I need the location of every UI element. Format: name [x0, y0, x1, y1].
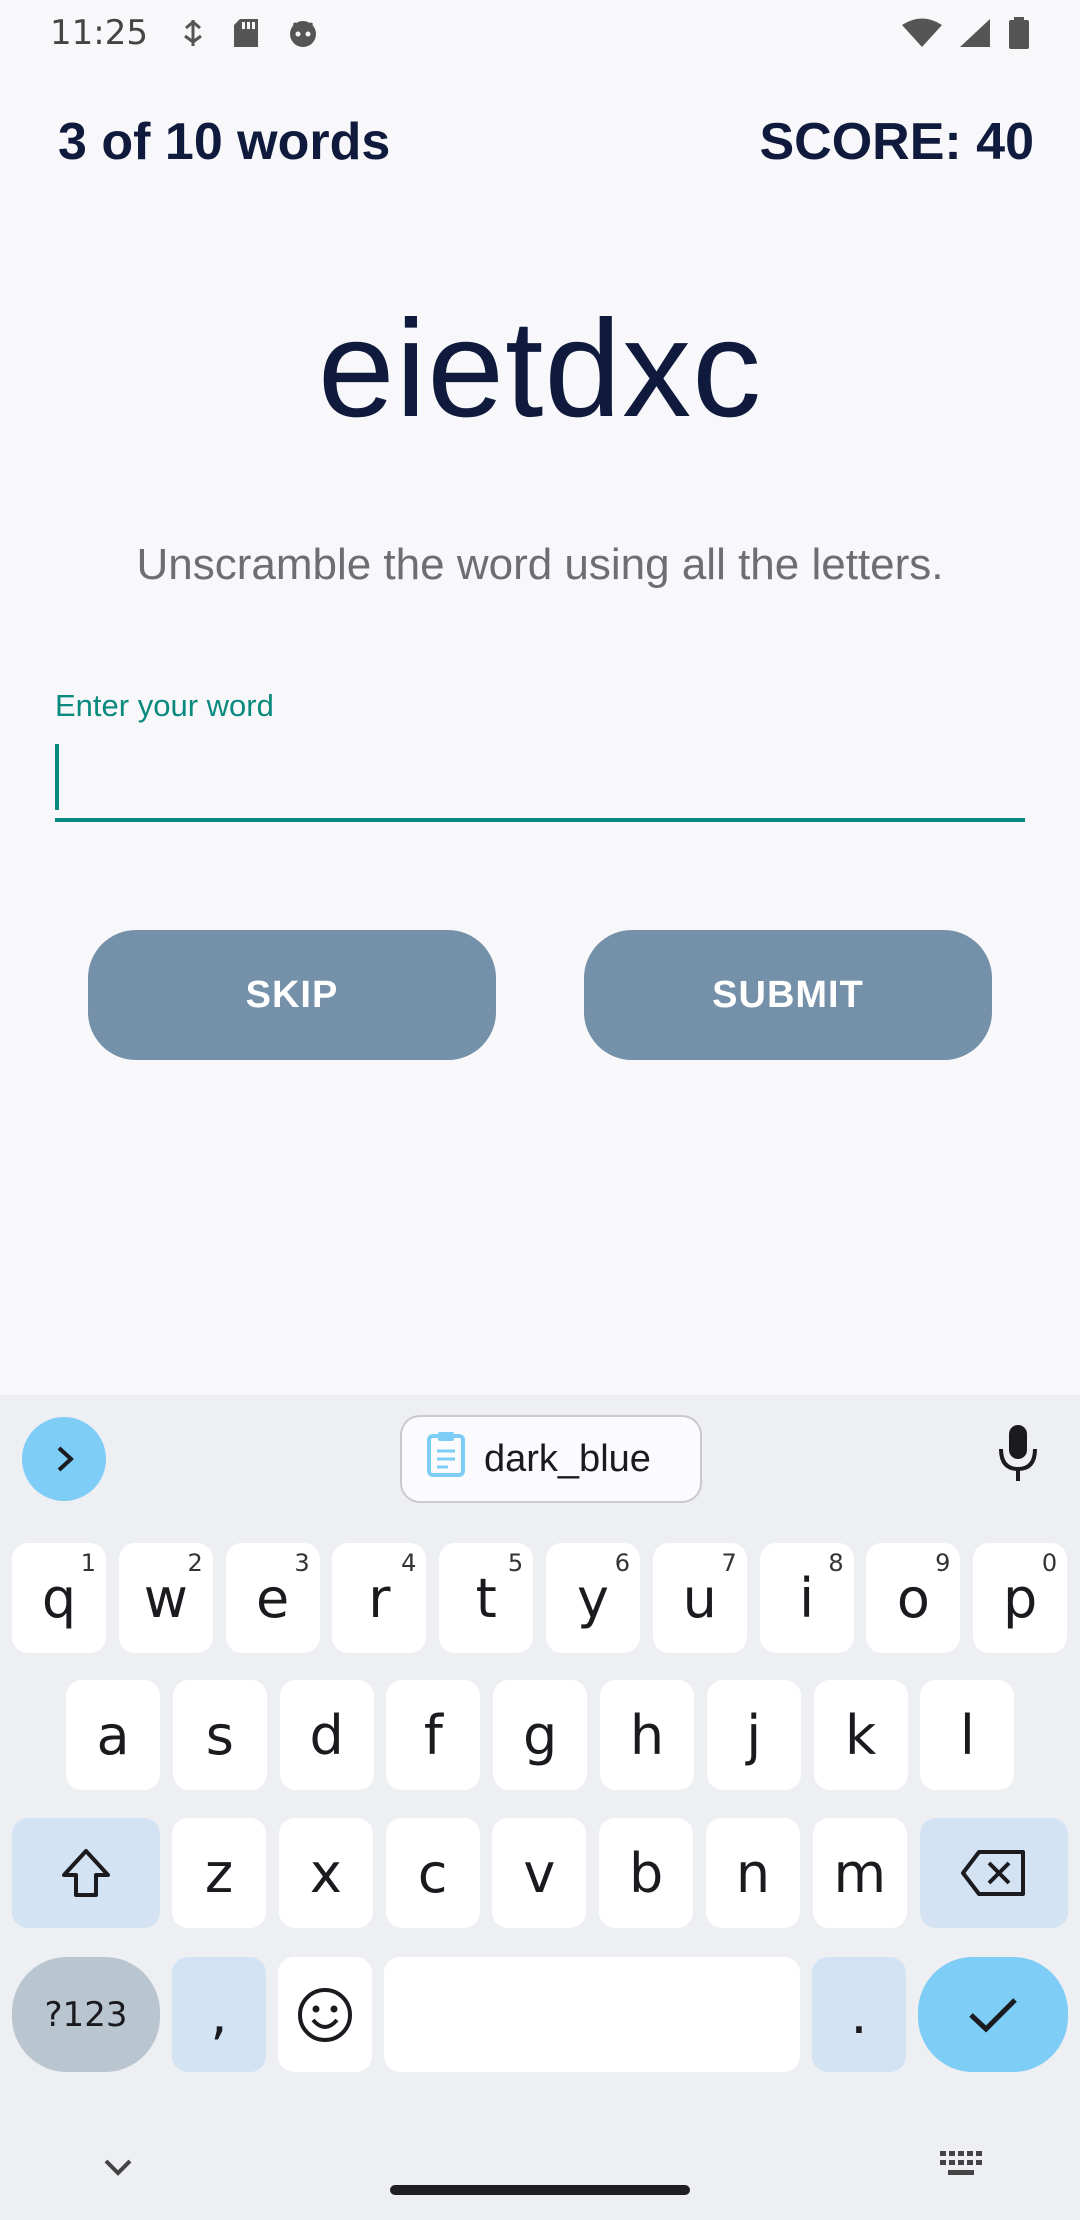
scrambled-word: eietdxc: [317, 292, 763, 446]
key-q[interactable]: q1: [12, 1543, 106, 1653]
key-c[interactable]: c: [385, 1818, 480, 1928]
submit-button[interactable]: SUBMIT: [584, 930, 992, 1060]
period-key[interactable]: .: [812, 1957, 906, 2072]
signal-icon: [958, 18, 992, 48]
expand-toolbar-button[interactable]: [22, 1417, 106, 1501]
key-label: w: [143, 1566, 188, 1630]
key-label: r: [368, 1566, 391, 1630]
key-label: t: [475, 1566, 497, 1630]
status-bar: 11:25: [0, 0, 1080, 66]
symbols-key[interactable]: ?123: [12, 1957, 160, 2072]
key-m[interactable]: m: [812, 1818, 907, 1928]
battery-icon: [1008, 17, 1030, 49]
wifi-icon: [902, 18, 942, 48]
shift-key[interactable]: [12, 1818, 160, 1928]
key-j[interactable]: j: [706, 1680, 801, 1790]
key-label: o: [896, 1566, 930, 1630]
key-i[interactable]: i8: [759, 1543, 854, 1653]
skip-button[interactable]: SKIP: [88, 930, 496, 1060]
key-hint: 1: [80, 1549, 96, 1577]
keyboard-switch-icon[interactable]: [938, 2147, 986, 2188]
key-hint: 0: [1041, 1549, 1058, 1577]
key-u[interactable]: u7: [652, 1543, 747, 1653]
word-progress: 3 of 10 words: [58, 113, 391, 171]
key-l[interactable]: l: [920, 1680, 1015, 1790]
key-hint: 8: [828, 1549, 844, 1577]
key-s[interactable]: s: [172, 1680, 267, 1790]
key-b[interactable]: b: [599, 1818, 694, 1928]
key-o[interactable]: o9: [866, 1543, 961, 1653]
key-d[interactable]: d: [279, 1680, 374, 1790]
key-v[interactable]: v: [492, 1818, 587, 1928]
key-label: e: [255, 1566, 290, 1630]
key-hint: 2: [187, 1549, 203, 1577]
key-t[interactable]: t5: [439, 1543, 534, 1653]
instructions-text: Unscramble the word using all the letter…: [136, 540, 944, 589]
word-input-label: Enter your word: [55, 688, 274, 723]
check-icon: [969, 1997, 1017, 2032]
sd-card-icon: [232, 17, 260, 49]
key-label: u: [682, 1566, 717, 1630]
key-n[interactable]: n: [706, 1818, 800, 1928]
key-hint: 9: [935, 1549, 951, 1577]
android-icon: [286, 18, 320, 48]
key-hint: 6: [614, 1549, 630, 1577]
key-w[interactable]: w2: [118, 1543, 213, 1653]
key-y[interactable]: y6: [546, 1543, 640, 1653]
emoji-icon: [298, 1987, 352, 2042]
key-x[interactable]: x: [278, 1818, 373, 1928]
key-label: y: [577, 1566, 609, 1630]
key-e[interactable]: e3: [225, 1543, 320, 1653]
home-indicator[interactable]: [390, 2185, 690, 2195]
key-label: q: [41, 1566, 77, 1630]
key-z[interactable]: z: [172, 1818, 266, 1928]
status-time: 11:25: [50, 13, 148, 53]
clipboard-icon: [426, 1431, 466, 1487]
key-hint: 5: [507, 1549, 524, 1577]
score-label: SCORE: 40: [759, 113, 1034, 171]
key-a[interactable]: a: [66, 1680, 160, 1790]
key-f[interactable]: f: [386, 1680, 481, 1790]
spacebar-key[interactable]: [384, 1957, 800, 2072]
hide-keyboard-icon[interactable]: [100, 2155, 136, 2184]
keyboard-toolbar: dark_blue: [0, 1395, 1080, 1525]
clipboard-text: dark_blue: [484, 1437, 651, 1480]
key-hint: 4: [401, 1549, 417, 1577]
backspace-key[interactable]: [920, 1818, 1068, 1928]
usb-debug-icon: [180, 18, 206, 48]
key-g[interactable]: g: [493, 1680, 588, 1790]
enter-key[interactable]: [918, 1957, 1068, 2072]
word-input-field[interactable]: [55, 738, 1025, 822]
key-hint: 3: [294, 1549, 310, 1577]
soft-keyboard: dark_blue q1w2e3r4t5y6u7i8o9p0 asdfghjkl…: [0, 1395, 1080, 2220]
keyboard-nav-bar: [0, 2125, 1080, 2220]
key-label: p: [1003, 1566, 1038, 1630]
shift-icon: [62, 1849, 110, 1897]
chevron-right-icon: [57, 1446, 74, 1472]
key-r[interactable]: r4: [332, 1543, 427, 1653]
key-h[interactable]: h: [600, 1680, 694, 1790]
clipboard-suggestion-chip[interactable]: dark_blue: [400, 1415, 702, 1503]
key-label: i: [799, 1566, 815, 1630]
key-k[interactable]: k: [813, 1680, 908, 1790]
word-input[interactable]: [55, 738, 1025, 818]
backspace-icon: [961, 1850, 1025, 1896]
key-p[interactable]: p0: [973, 1543, 1068, 1653]
comma-key[interactable]: ,: [172, 1957, 266, 2072]
game-header: 3 of 10 words SCORE: 40: [58, 112, 1034, 172]
microphone-icon[interactable]: [996, 1423, 1040, 1488]
emoji-key[interactable]: [278, 1957, 372, 2072]
key-hint: 7: [721, 1549, 737, 1577]
